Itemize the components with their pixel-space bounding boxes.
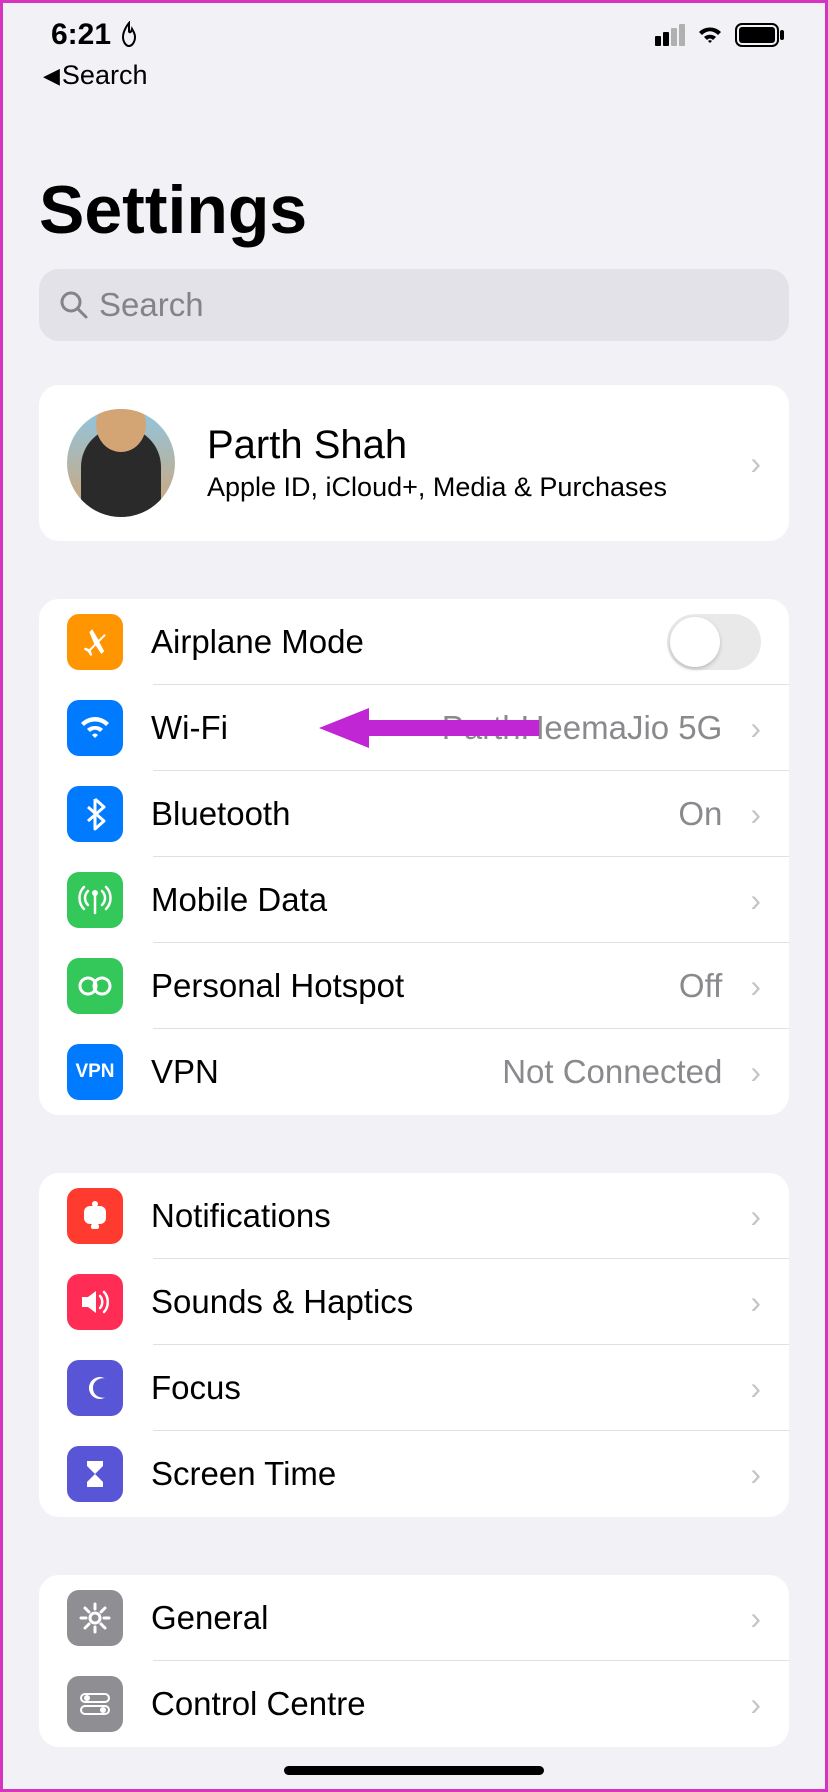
mobile-data-label: Mobile Data xyxy=(151,881,722,919)
chevron-right-icon: › xyxy=(750,1456,761,1493)
chevron-right-icon: › xyxy=(750,1198,761,1235)
hotspot-value: Off xyxy=(679,967,722,1005)
network-group: Airplane Mode Wi-Fi ParthHeemaJio 5G › B… xyxy=(39,599,789,1115)
bluetooth-row[interactable]: Bluetooth On › xyxy=(39,771,789,857)
chevron-right-icon: › xyxy=(750,968,761,1005)
apple-id-row[interactable]: Parth Shah Apple ID, iCloud+, Media & Pu… xyxy=(39,385,789,541)
chevron-right-icon: › xyxy=(750,1600,761,1637)
avatar xyxy=(67,409,175,517)
bell-icon xyxy=(67,1188,123,1244)
flame-icon xyxy=(117,21,141,49)
airplane-label: Airplane Mode xyxy=(151,623,639,661)
screen-time-row[interactable]: Screen Time › xyxy=(39,1431,789,1517)
mobile-data-row[interactable]: Mobile Data › xyxy=(39,857,789,943)
vpn-label: VPN xyxy=(151,1053,474,1091)
airplane-toggle[interactable] xyxy=(667,614,761,670)
annotation-arrow xyxy=(319,703,539,753)
chevron-right-icon: › xyxy=(750,710,761,747)
hotspot-label: Personal Hotspot xyxy=(151,967,651,1005)
antenna-icon xyxy=(67,872,123,928)
notifications-group: Notifications › Sounds & Haptics › Focus… xyxy=(39,1173,789,1517)
page-title: Settings xyxy=(3,91,825,269)
chevron-right-icon: › xyxy=(750,1370,761,1407)
notifications-row[interactable]: Notifications › xyxy=(39,1173,789,1259)
status-time: 6:21 xyxy=(51,18,111,52)
sounds-label: Sounds & Haptics xyxy=(151,1283,722,1321)
chevron-right-icon: › xyxy=(750,445,761,482)
chevron-right-icon: › xyxy=(750,1054,761,1091)
wifi-status-icon xyxy=(695,24,725,46)
vpn-value: Not Connected xyxy=(502,1053,722,1091)
gear-icon xyxy=(67,1590,123,1646)
chevron-right-icon: › xyxy=(750,882,761,919)
screen-time-label: Screen Time xyxy=(151,1455,722,1493)
back-navigation[interactable]: ◀ Search xyxy=(3,60,825,91)
status-bar: 6:21 xyxy=(3,3,825,60)
cellular-signal-icon xyxy=(655,24,685,46)
sounds-row[interactable]: Sounds & Haptics › xyxy=(39,1259,789,1345)
battery-icon xyxy=(735,23,785,47)
speaker-icon xyxy=(67,1274,123,1330)
back-label: Search xyxy=(62,60,148,91)
wifi-icon xyxy=(67,700,123,756)
vpn-row[interactable]: VPN VPN Not Connected › xyxy=(39,1029,789,1115)
general-row[interactable]: General › xyxy=(39,1575,789,1661)
airplane-mode-row[interactable]: Airplane Mode xyxy=(39,599,789,685)
notifications-label: Notifications xyxy=(151,1197,722,1235)
focus-label: Focus xyxy=(151,1369,722,1407)
moon-icon xyxy=(67,1360,123,1416)
back-arrow-icon: ◀ xyxy=(43,63,60,89)
hourglass-icon xyxy=(67,1446,123,1502)
control-centre-row[interactable]: Control Centre › xyxy=(39,1661,789,1747)
general-label: General xyxy=(151,1599,722,1637)
focus-row[interactable]: Focus › xyxy=(39,1345,789,1431)
search-icon xyxy=(59,290,89,320)
chevron-right-icon: › xyxy=(750,796,761,833)
profile-name: Parth Shah xyxy=(207,423,718,468)
general-group: General › Control Centre › xyxy=(39,1575,789,1747)
home-indicator[interactable] xyxy=(284,1766,544,1775)
vpn-icon: VPN xyxy=(67,1044,123,1100)
profile-subtitle: Apple ID, iCloud+, Media & Purchases xyxy=(207,472,718,503)
bluetooth-label: Bluetooth xyxy=(151,795,650,833)
hotspot-row[interactable]: Personal Hotspot Off › xyxy=(39,943,789,1029)
search-input[interactable]: Search xyxy=(39,269,789,341)
bluetooth-value: On xyxy=(678,795,722,833)
control-centre-label: Control Centre xyxy=(151,1685,722,1723)
search-placeholder: Search xyxy=(99,286,204,324)
sliders-icon xyxy=(67,1676,123,1732)
bluetooth-icon xyxy=(67,786,123,842)
airplane-icon xyxy=(67,614,123,670)
hotspot-icon xyxy=(67,958,123,1014)
wifi-row[interactable]: Wi-Fi ParthHeemaJio 5G › xyxy=(39,685,789,771)
chevron-right-icon: › xyxy=(750,1284,761,1321)
chevron-right-icon: › xyxy=(750,1686,761,1723)
